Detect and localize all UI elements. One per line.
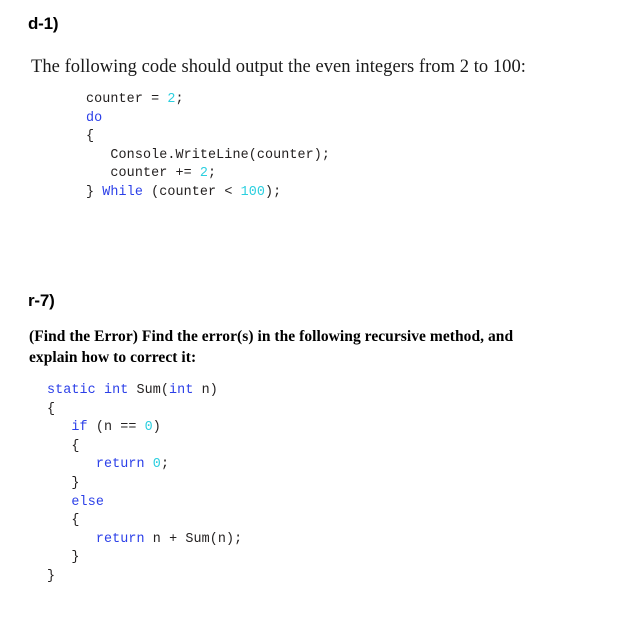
code-token-plain: n) [193,383,218,398]
code-token-plain: ; [175,92,184,107]
code-token-keyword: int [169,383,194,398]
section-heading-r-7-label: r-7) [28,291,55,310]
code-token-plain: { [86,129,95,145]
code-token-keyword: do [86,110,103,126]
code-token-plain: counter = [86,92,168,107]
code-line: { [47,401,242,420]
code-line: static int Sum(int n) [47,382,242,401]
code-token-keyword: static int [47,383,129,398]
section-prompt-d-1: The following code should output the eve… [31,57,601,78]
code-token-plain: { [47,401,56,417]
code-token-plain: Console.WriteLine(counter); [86,147,331,163]
section-heading-d-1: d-1) [28,14,59,34]
section-heading-d-1-label: d-1) [28,14,59,33]
code-token-plain: } [47,568,56,584]
code-line: Console.WriteLine(counter); [86,147,330,166]
code-line: } While (counter < 100); [86,184,330,203]
code-token-keyword: else [71,494,104,510]
code-line: return n + Sum(n); [47,531,242,550]
code-token-number: 2 [199,166,209,182]
section-prompt-r-7-text: (Find the Error) Find the error(s) in th… [29,328,514,366]
code-token-plain: } [47,550,80,566]
code-line: } [47,475,242,494]
code-token-plain: { [47,438,80,454]
code-token-plain: ; [160,457,170,473]
code-line: } [47,549,242,568]
code-token-plain: ) [152,420,161,436]
section-heading-r-7: r-7) [28,291,55,311]
code-line: counter += 2; [86,165,330,184]
code-token-plain: ; [208,166,217,182]
code-line: } [47,568,242,587]
section-prompt-r-7: (Find the Error) Find the error(s) in th… [29,327,557,368]
code-block-d-1: counter = 2; do{ Console.WriteLine(counte… [86,91,330,203]
code-token-number: 0 [152,457,161,473]
code-block-r-7: static int Sum(int n){ if (n == 0) { ret… [47,382,242,587]
code-token-plain: { [47,513,80,529]
code-line: do [86,110,330,129]
code-token-number: 0 [144,420,153,436]
code-line: { [86,128,330,147]
document-page: d-1) The following code should output th… [0,0,617,638]
code-token-keyword: return [95,531,145,547]
code-token-plain: counter += [86,166,200,182]
code-line: return 0; [47,456,242,475]
code-line: { [47,438,242,457]
code-token-plain: Sum( [128,383,170,398]
section-prompt-d-1-text: The following code should output the eve… [31,57,526,77]
code-token-keyword: if [71,420,88,436]
code-token-number: 100 [240,184,266,200]
code-line: counter = 2; [86,91,330,110]
code-line: if (n == 0) [47,419,242,438]
code-token-plain: (counter < [142,184,241,200]
code-token-plain: } [47,475,80,491]
code-line: else [47,494,242,513]
code-token-plain: n + Sum(n); [144,531,243,547]
code-token-plain: } [86,184,103,200]
code-line: { [47,512,242,531]
code-token-keyword: return [95,457,145,473]
code-token-keyword: While [102,184,143,200]
code-token-plain: ); [265,184,282,200]
code-token-number: 2 [167,92,176,107]
code-token-plain: (n == [87,420,145,436]
